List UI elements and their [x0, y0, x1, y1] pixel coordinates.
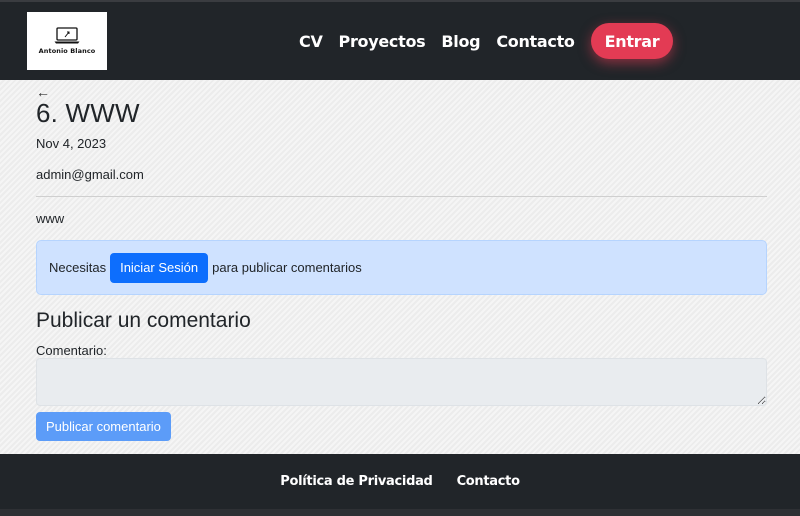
nav-link-cv[interactable]: CV: [299, 32, 323, 51]
footer-link-contact[interactable]: Contacto: [457, 474, 520, 489]
post-content: ← 6. WWW Nov 4, 2023 admin@gmail.com www…: [0, 80, 800, 454]
comment-heading: Publicar un comentario: [36, 309, 251, 332]
footer-link-privacy[interactable]: Política de Privacidad: [280, 474, 433, 489]
alert-suffix: para publicar comentarios: [212, 260, 362, 275]
alert-prefix: Necesitas: [49, 260, 107, 275]
login-required-alert: Necesitas Iniciar Sesión para publicar c…: [36, 240, 767, 295]
logo-text: Antonio Blanco: [38, 47, 96, 55]
nav-link-blog[interactable]: Blog: [441, 32, 480, 51]
post-body: www: [36, 211, 65, 226]
post-date: Nov 4, 2023: [36, 136, 107, 151]
login-button[interactable]: Entrar: [590, 23, 674, 59]
divider: [36, 196, 767, 197]
publish-comment-button[interactable]: Publicar comentario: [36, 412, 171, 441]
post-author: admin@gmail.com: [36, 167, 144, 182]
main-nav: CV Proyectos Blog Contacto Entrar: [299, 22, 674, 60]
navbar: Antonio Blanco CV Proyectos Blog Contact…: [0, 2, 800, 80]
laptop-icon: [54, 27, 80, 44]
login-link-button[interactable]: Iniciar Sesión: [110, 252, 209, 283]
comment-textarea[interactable]: [36, 358, 767, 406]
nav-link-contacto[interactable]: Contacto: [496, 32, 575, 51]
post-title: 6. WWW: [36, 98, 140, 128]
nav-link-proyectos[interactable]: Proyectos: [339, 32, 426, 51]
bottom-bar: [0, 509, 800, 516]
footer: Política de Privacidad Contacto: [0, 454, 800, 509]
site-logo[interactable]: Antonio Blanco: [27, 12, 107, 70]
comment-label: Comentario:: [36, 343, 107, 358]
